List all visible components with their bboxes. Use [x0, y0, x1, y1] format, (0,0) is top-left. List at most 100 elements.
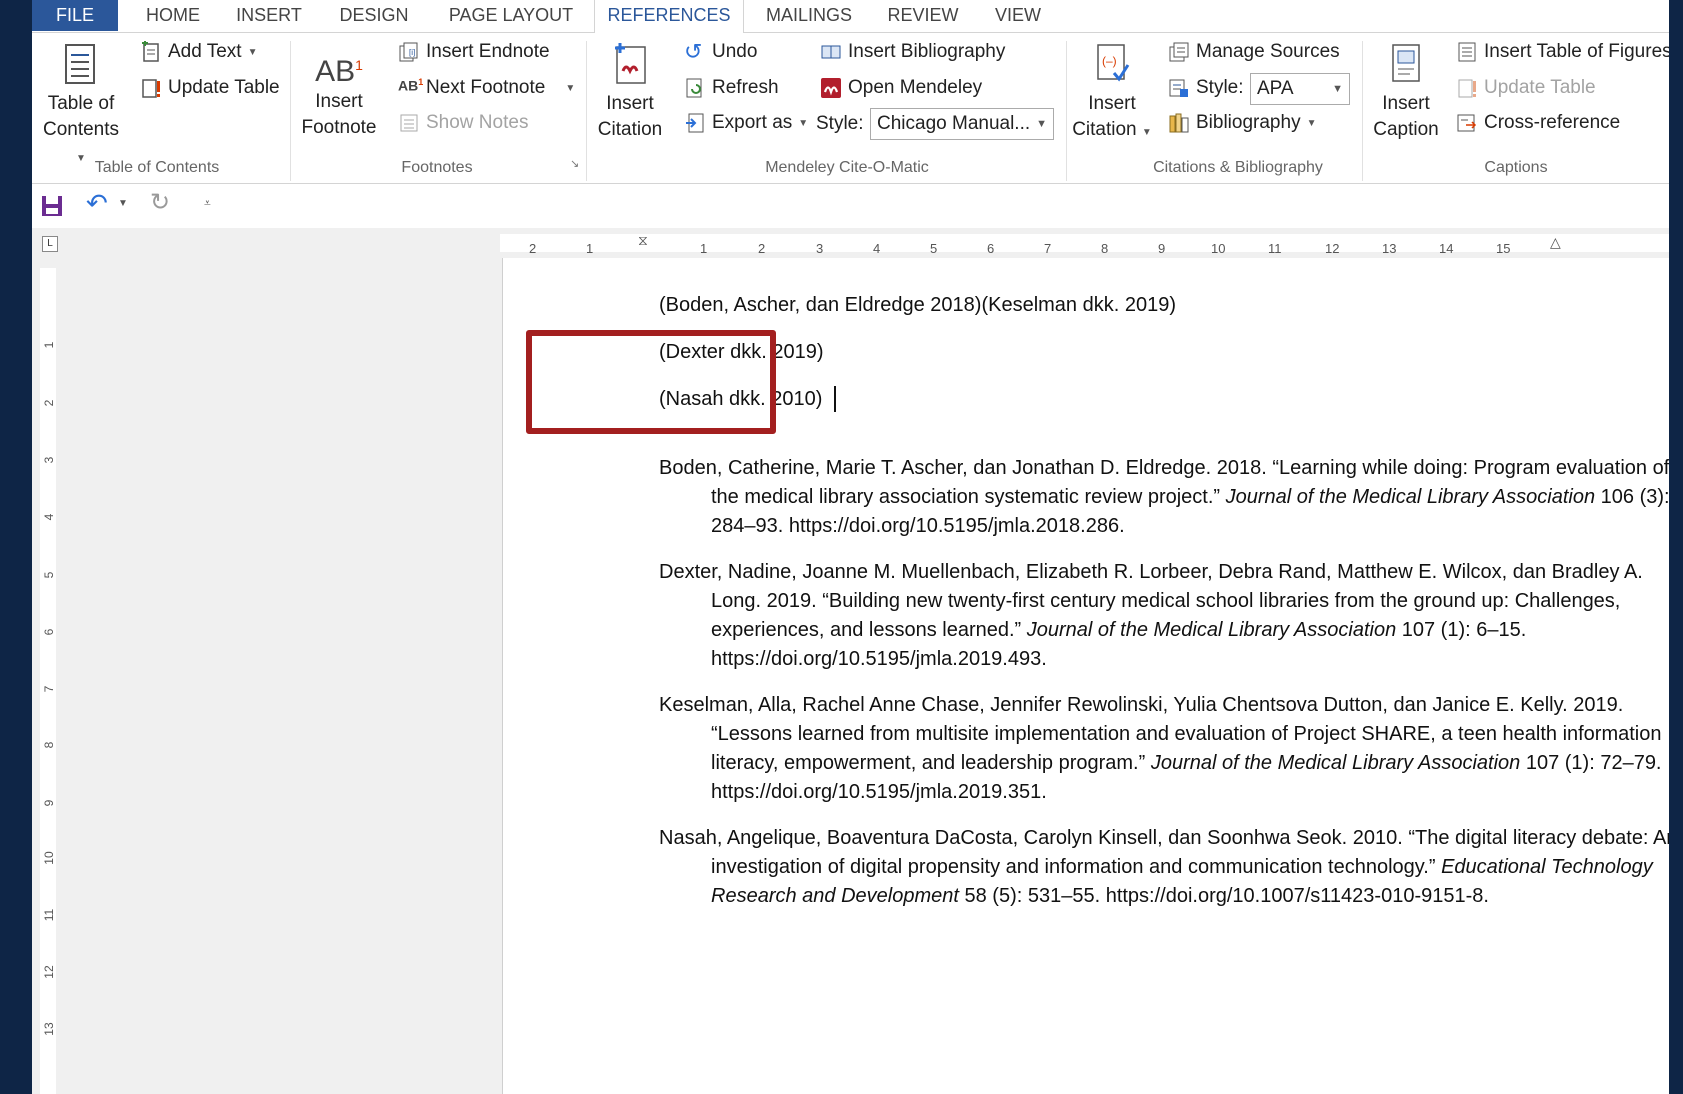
- insert-caption-line1: Insert: [1382, 93, 1430, 114]
- manage-sources-button[interactable]: Manage Sources: [1168, 41, 1340, 63]
- insert-citation-icon: (–): [1092, 41, 1132, 85]
- bibliography-label: Bibliography: [1196, 112, 1301, 133]
- table-of-contents-button[interactable]: Table of Contents ▼: [36, 43, 126, 172]
- customize-toolbar-icon[interactable]: ⩡: [204, 196, 211, 211]
- insert-citation-button[interactable]: (–) Insert Citation ▼: [1072, 41, 1152, 146]
- table-of-figures-icon: [1456, 41, 1478, 63]
- next-footnote-button[interactable]: AB1 Next Footnote ▼: [398, 77, 575, 99]
- group-label-footnotes: Footnotes: [401, 159, 473, 176]
- tab-file[interactable]: FILE: [32, 0, 118, 31]
- ruler-tick-label: 11: [1268, 241, 1282, 256]
- mendeley-insert-citation-button[interactable]: Insert Citation: [590, 41, 670, 143]
- bib-journal: Journal of the Medical Library Associati…: [1225, 486, 1596, 508]
- bibliography-button[interactable]: Bibliography ▼: [1168, 112, 1316, 134]
- insert-caption-button[interactable]: Insert Caption: [1366, 41, 1446, 143]
- vruler-tick-label: 9: [42, 799, 56, 807]
- insert-table-of-figures-label: Insert Table of Figures: [1484, 41, 1669, 62]
- insert-footnote-button[interactable]: AB1 Insert Footnote: [294, 43, 384, 141]
- dialog-launcher-icon[interactable]: ↘: [570, 157, 579, 170]
- save-icon[interactable]: [40, 194, 64, 218]
- update-table-label: Update Table: [168, 77, 280, 98]
- tab-review[interactable]: REVIEW: [878, 0, 968, 31]
- ruler-tick-label: 4: [873, 241, 881, 256]
- vruler-tick-label: 10: [42, 851, 56, 865]
- bibliography-entry[interactable]: Nasah, Angelique, Boaventura DaCosta, Ca…: [659, 824, 1669, 911]
- indent-marker-icon[interactable]: ⧖: [638, 232, 648, 249]
- chevron-down-icon: ▼: [247, 46, 258, 58]
- ruler-tick-label: 5: [930, 241, 938, 256]
- group-label-captions: Captions: [1484, 159, 1548, 176]
- tab-selector-icon[interactable]: L: [42, 236, 58, 252]
- ruler-tick-label: 6: [987, 241, 995, 256]
- bibliography-entry[interactable]: Dexter, Nadine, Joanne M. Muellenbach, E…: [659, 558, 1669, 674]
- bibliography-icon: [1168, 112, 1190, 134]
- horizontal-ruler: L 2 1 ⧖ 1 2 3 4 5 6 7 8 9 10 11 12 13 14…: [32, 228, 1669, 258]
- vruler-tick-label: 6: [42, 628, 56, 636]
- update-table-captions-label: Update Table: [1484, 77, 1596, 98]
- open-mendeley-label: Open Mendeley: [848, 77, 983, 98]
- tab-insert[interactable]: INSERT: [228, 0, 310, 31]
- ruler-tick-label: 12: [1325, 241, 1340, 256]
- citation-line[interactable]: (Boden, Ascher, dan Eldredge 2018)(Kesel…: [659, 294, 1176, 317]
- mendeley-export-as-button[interactable]: Export as ▼: [684, 112, 808, 134]
- manage-sources-label: Manage Sources: [1196, 41, 1340, 62]
- undo-icon: ↺: [684, 39, 703, 64]
- mendeley-undo-label: Undo: [712, 41, 758, 62]
- update-table-captions-button[interactable]: Update Table: [1456, 77, 1596, 99]
- toc-label-line1: Table of: [47, 93, 115, 114]
- mendeley-style-dropdown[interactable]: Chicago Manual... ▼: [870, 108, 1054, 140]
- chevron-down-icon[interactable]: ▼: [565, 83, 575, 94]
- vruler-tick-label: 7: [42, 685, 56, 693]
- vruler-tick-label: 4: [42, 513, 56, 521]
- tab-view[interactable]: VIEW: [982, 0, 1054, 31]
- group-separator: [1066, 41, 1067, 181]
- citation-style-value: APA: [1257, 78, 1294, 99]
- vertical-ruler-strip: 1 2 3 4 5 6 7 8 9 10 11 12 13: [40, 268, 56, 1094]
- mendeley-style-value: Chicago Manual...: [877, 113, 1031, 134]
- insert-endnote-button[interactable]: [i] Insert Endnote: [398, 41, 550, 63]
- show-notes-button[interactable]: Show Notes: [398, 112, 528, 134]
- tab-page-layout[interactable]: PAGE LAYOUT: [436, 0, 586, 31]
- right-indent-marker-icon[interactable]: △: [1550, 234, 1561, 251]
- cross-reference-button[interactable]: Cross-reference: [1456, 112, 1620, 134]
- open-mendeley-button[interactable]: Open Mendeley: [820, 77, 982, 99]
- add-text-button[interactable]: Add Text ▼: [140, 41, 258, 63]
- update-table-toc-button[interactable]: Update Table: [140, 77, 280, 99]
- insert-endnote-label: Insert Endnote: [426, 41, 550, 62]
- tab-home[interactable]: HOME: [132, 0, 214, 31]
- mendeley-insert-line2: Citation: [597, 119, 663, 140]
- text-cursor: [834, 386, 836, 412]
- ruler-tick-label: 15: [1496, 241, 1511, 256]
- group-separator: [586, 41, 587, 181]
- style-icon: [1168, 77, 1190, 99]
- citation-style-label-text: Style:: [1196, 77, 1244, 98]
- mendeley-refresh-label: Refresh: [712, 77, 779, 98]
- mendeley-undo-button[interactable]: ↺ Undo: [684, 41, 757, 63]
- show-notes-label: Show Notes: [426, 112, 529, 133]
- tab-mailings[interactable]: MAILINGS: [754, 0, 864, 31]
- cross-reference-label: Cross-reference: [1484, 112, 1621, 133]
- mendeley-export-label: Export as: [712, 112, 793, 133]
- tab-design[interactable]: DESIGN: [328, 0, 420, 31]
- bibliography-entry[interactable]: Keselman, Alla, Rachel Anne Chase, Jenni…: [659, 691, 1669, 807]
- group-separator: [290, 41, 291, 181]
- citation-style-dropdown[interactable]: APA ▼: [1250, 73, 1350, 105]
- chevron-down-icon[interactable]: ▼: [118, 198, 128, 209]
- bibliography-entry[interactable]: Boden, Catherine, Marie T. Ascher, dan J…: [659, 454, 1669, 541]
- bib-journal: Journal of the Medical Library Associati…: [1026, 619, 1397, 641]
- citation-style-label: Style:: [1168, 77, 1244, 99]
- ruler-tick-label: 13: [1382, 241, 1397, 256]
- bibliography-book-icon: [820, 41, 842, 63]
- tab-references[interactable]: REFERENCES: [594, 0, 744, 33]
- add-text-label: Add Text: [168, 41, 242, 62]
- update-table-icon: [1456, 77, 1478, 99]
- undo-icon[interactable]: ↶: [86, 188, 108, 219]
- insert-bibliography-button[interactable]: Insert Bibliography: [820, 41, 1005, 63]
- mendeley-refresh-button[interactable]: Refresh: [684, 77, 779, 99]
- ruler-tick-label: 14: [1439, 241, 1454, 256]
- insert-footnote-line2: Footnote: [301, 117, 377, 138]
- redo-icon[interactable]: ↻: [150, 188, 170, 217]
- annotation-highlight-box: [526, 330, 776, 434]
- insert-table-of-figures-button[interactable]: Insert Table of Figures: [1456, 41, 1669, 63]
- mendeley-citation-icon: [610, 41, 650, 85]
